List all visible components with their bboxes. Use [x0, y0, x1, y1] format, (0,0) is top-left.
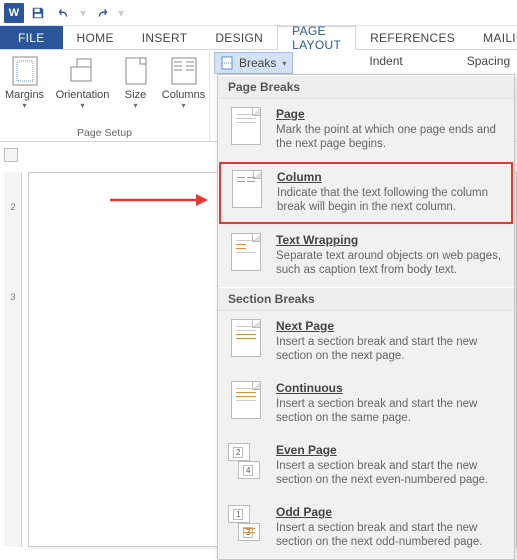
breaks-button[interactable]: Breaks▾	[214, 52, 293, 74]
group-label-page-setup: Page Setup	[6, 125, 203, 141]
orientation-button[interactable]: Orientation▾	[54, 53, 112, 110]
tab-file[interactable]: FILE	[0, 26, 63, 49]
tab-home[interactable]: HOME	[63, 26, 128, 49]
annotation-arrow-icon	[108, 190, 208, 210]
ruler-corner[interactable]	[4, 148, 18, 162]
tab-mailings[interactable]: MAILIN	[469, 26, 517, 49]
orientation-icon	[67, 57, 99, 85]
save-icon	[31, 6, 45, 20]
save-button[interactable]	[26, 2, 50, 24]
break-continuous[interactable]: ContinuousInsert a section break and sta…	[218, 373, 514, 435]
page-break-icon	[231, 107, 261, 145]
qat-caret-icon: ▾	[80, 6, 86, 20]
title-bar: W ▾ ▾	[0, 0, 517, 26]
break-page[interactable]: PageMark the point at which one page end…	[218, 99, 514, 161]
break-odd-page[interactable]: 1 3 Odd PageInsert a section break and s…	[218, 497, 514, 559]
group-page-setup: Margins▾ Orientation▾ Size▾ Columns▾ Pag…	[0, 50, 210, 141]
column-break-icon	[232, 170, 262, 208]
breaks-icon	[221, 56, 235, 70]
word-app-icon: W	[4, 3, 24, 23]
spacing-label: Spacing	[459, 52, 517, 70]
size-icon	[124, 56, 148, 86]
text-wrapping-break-icon	[231, 233, 261, 271]
break-even-page[interactable]: 2 4 Even PageInsert a section break and …	[218, 435, 514, 497]
break-column[interactable]: ColumnIndicate that the text following t…	[219, 162, 513, 224]
break-next-page[interactable]: Next PageInsert a section break and star…	[218, 311, 514, 373]
continuous-break-icon	[231, 381, 261, 419]
redo-button[interactable]	[90, 2, 114, 24]
odd-page-break-icon: 1 3	[228, 505, 264, 545]
section-breaks-header: Section Breaks	[218, 287, 514, 311]
margins-icon	[11, 55, 39, 87]
tab-page-layout[interactable]: PAGE LAYOUT	[277, 26, 356, 50]
indent-label: Indent	[361, 52, 410, 70]
undo-button[interactable]	[52, 2, 76, 24]
undo-icon	[57, 6, 71, 20]
ribbon: Margins▾ Orientation▾ Size▾ Columns▾ Pag…	[0, 50, 517, 142]
breaks-dropdown: Page Breaks PageMark the point at which …	[217, 74, 515, 560]
ribbon-tabs: FILE HOME INSERT DESIGN PAGE LAYOUT REFE…	[0, 26, 517, 50]
break-text-wrapping[interactable]: Text WrappingSeparate text around object…	[218, 225, 514, 287]
next-page-break-icon	[231, 319, 261, 357]
vertical-ruler[interactable]: 2 3	[4, 172, 22, 547]
tab-references[interactable]: REFERENCES	[356, 26, 469, 49]
columns-icon	[170, 56, 198, 86]
size-button[interactable]: Size▾	[118, 53, 154, 110]
columns-button[interactable]: Columns▾	[160, 53, 208, 110]
page-breaks-header: Page Breaks	[218, 75, 514, 99]
margins-button[interactable]: Margins▾	[2, 53, 48, 110]
even-page-break-icon: 2 4	[228, 443, 264, 483]
qat-customize-caret-icon[interactable]: ▾	[118, 6, 124, 20]
tab-design[interactable]: DESIGN	[201, 26, 277, 49]
redo-icon	[95, 6, 109, 20]
tab-insert[interactable]: INSERT	[128, 26, 202, 49]
